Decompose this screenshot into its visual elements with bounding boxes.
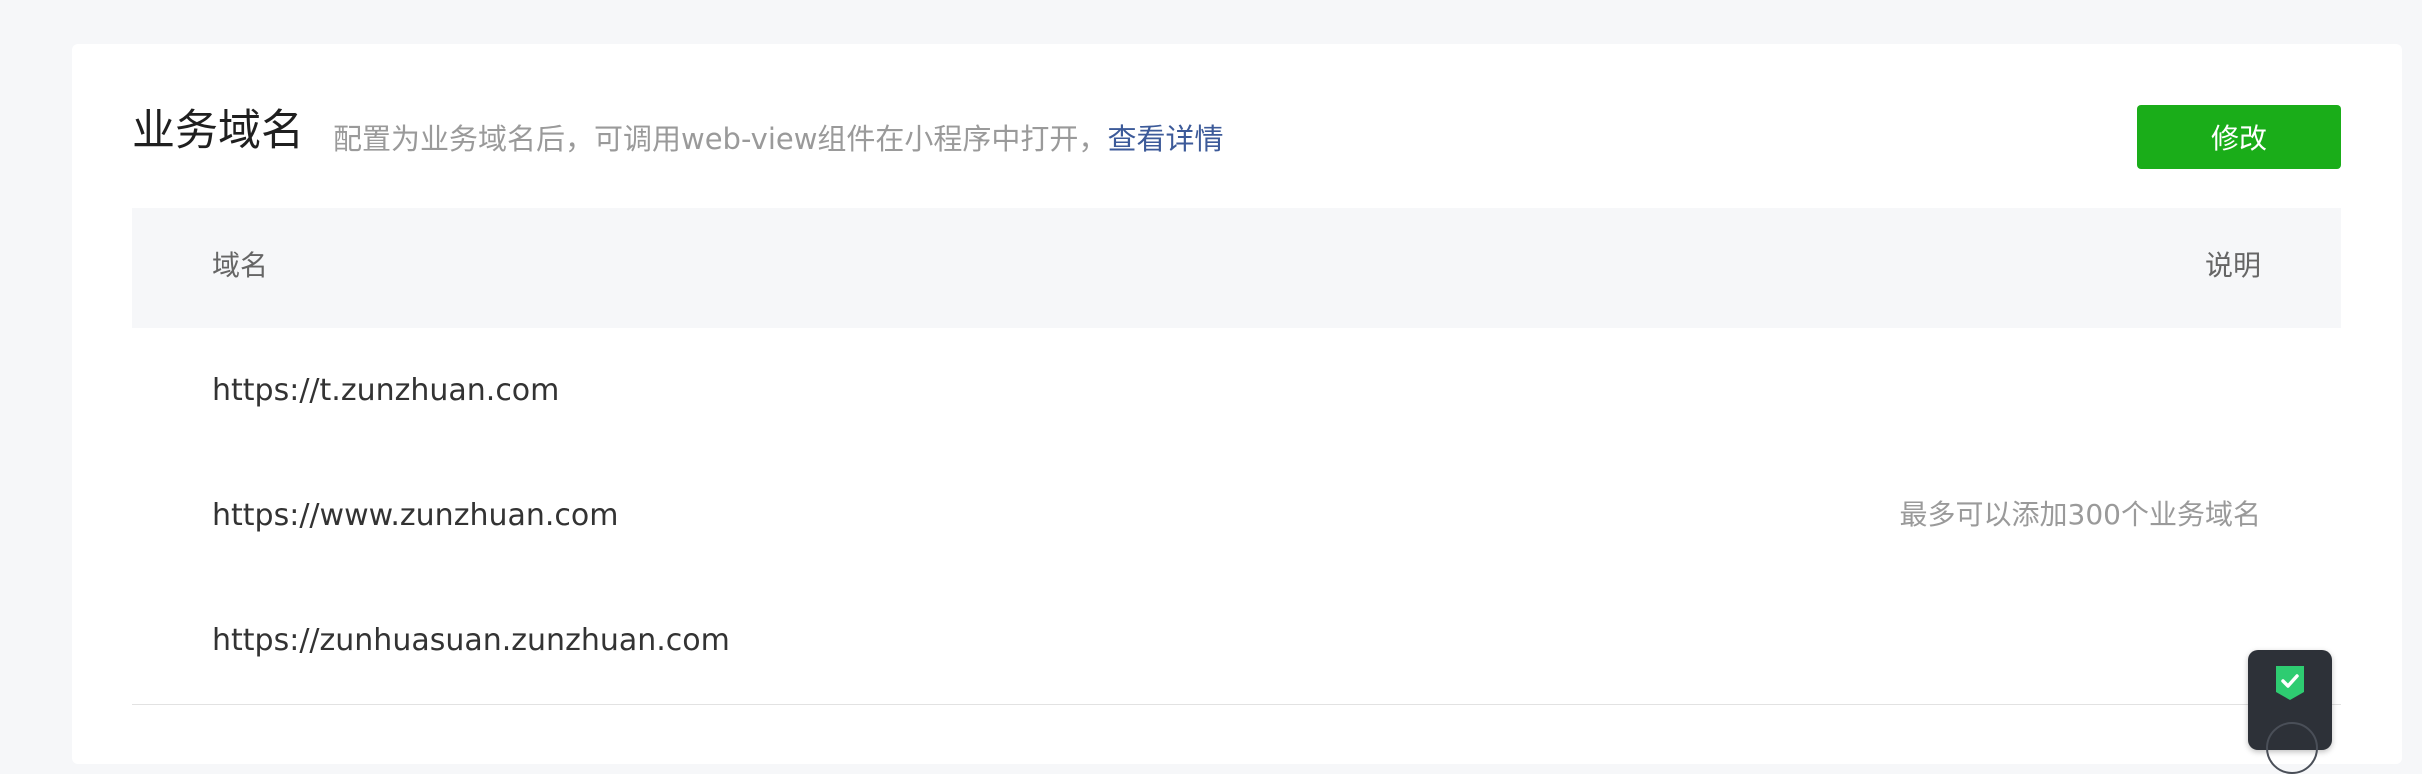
table-row: https://zunhuasuan.zunzhuan.com	[132, 578, 2341, 703]
domain-cell: https://t.zunzhuan.com	[212, 373, 560, 408]
edit-button[interactable]: 修改	[2137, 105, 2341, 169]
page-title: 业务域名	[132, 106, 304, 156]
note-cell: 最多可以添加300个业务域名	[1899, 498, 2261, 531]
table-bottom-divider	[132, 704, 2341, 705]
table-row: https://www.zunzhuan.com 最多可以添加300个业务域名	[132, 453, 2341, 578]
business-domain-card: 业务域名 配置为业务域名后，可调用web-view组件在小程序中打开，查看详情 …	[72, 44, 2402, 764]
column-header-domain: 域名	[212, 249, 269, 282]
description: 配置为业务域名后，可调用web-view组件在小程序中打开，查看详情	[333, 125, 1223, 154]
view-details-link[interactable]: 查看详情	[1107, 122, 1223, 156]
description-text: 配置为业务域名后，可调用web-view组件在小程序中打开，	[333, 122, 1108, 156]
shield-check-icon	[2276, 666, 2304, 700]
column-header-note: 说明	[2204, 249, 2261, 282]
domain-cell: https://www.zunzhuan.com	[212, 498, 619, 533]
table-row: https://t.zunzhuan.com	[132, 328, 2341, 453]
table-header: 域名 说明	[132, 208, 2341, 328]
domain-cell: https://zunhuasuan.zunzhuan.com	[212, 623, 730, 658]
widget-ring-icon	[2266, 722, 2318, 774]
floating-security-widget[interactable]	[2248, 650, 2332, 774]
